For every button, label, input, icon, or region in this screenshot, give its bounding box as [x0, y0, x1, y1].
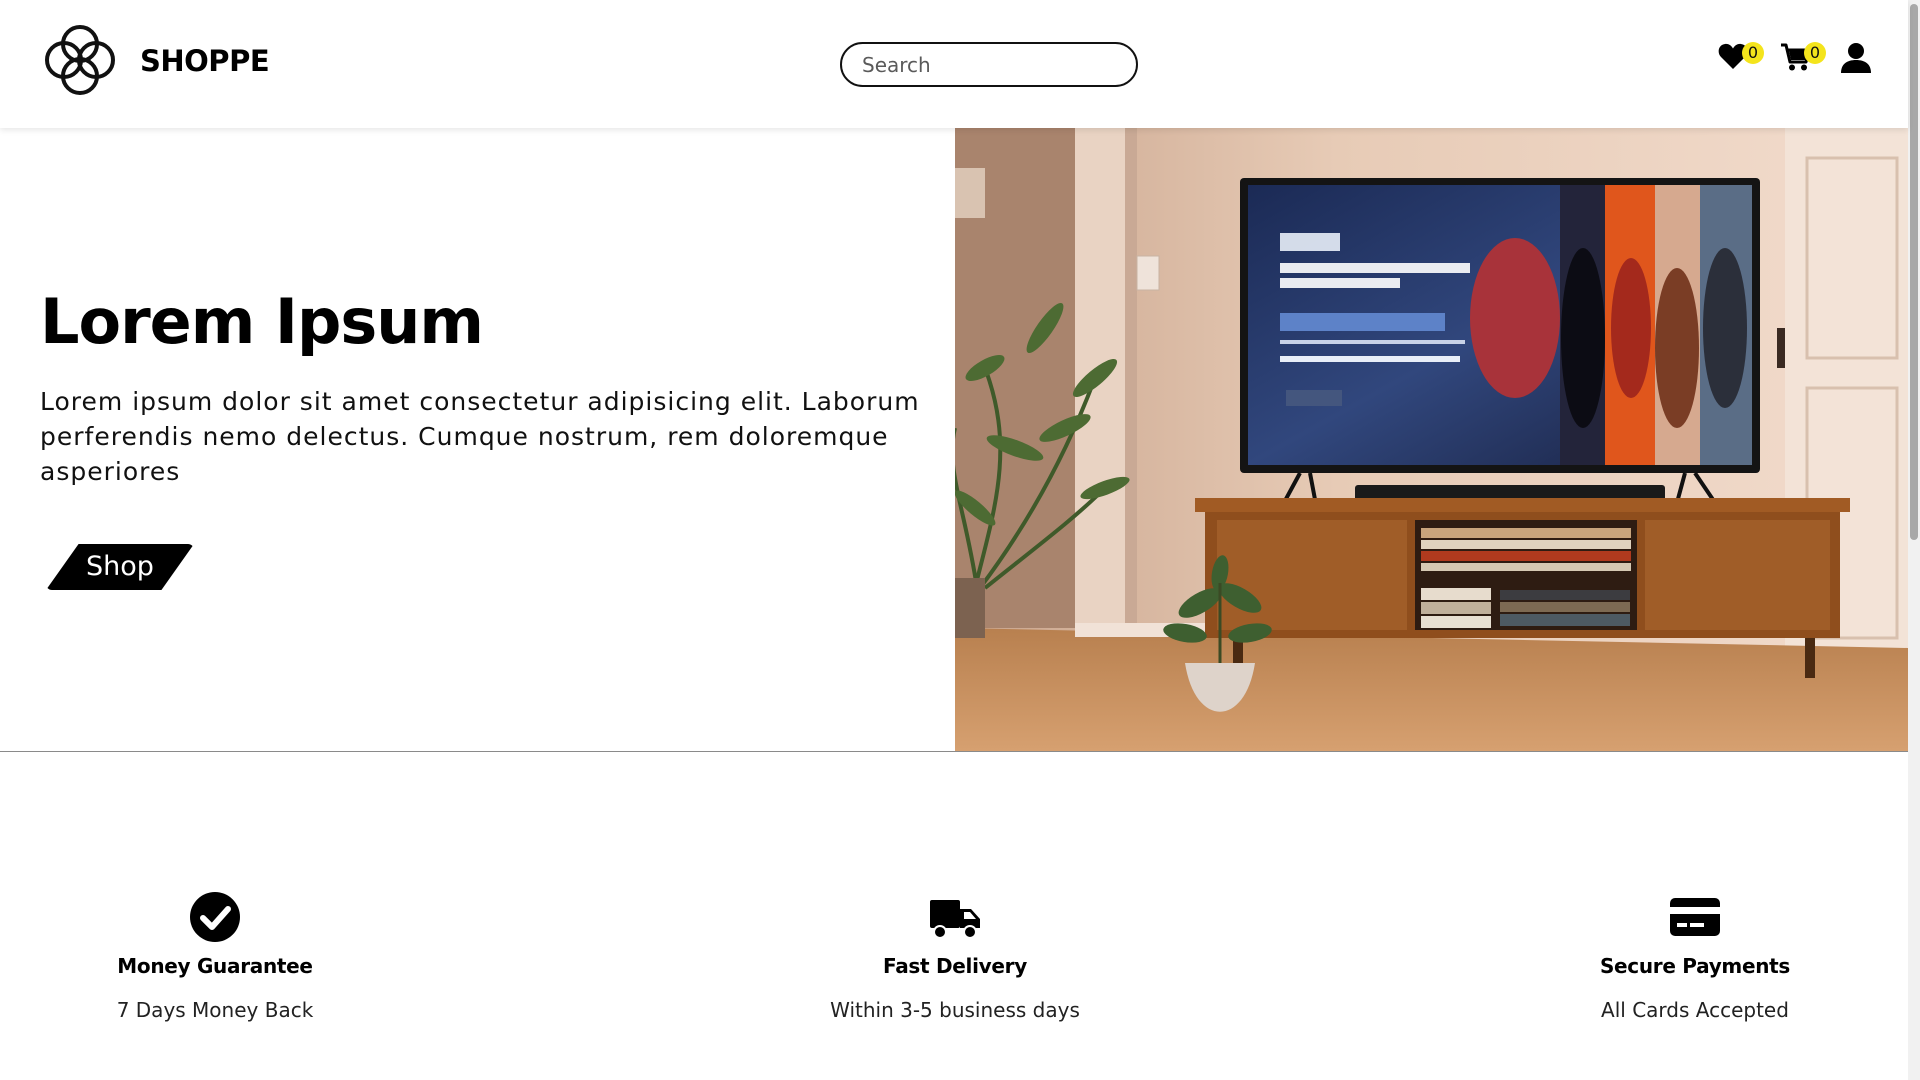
feature-title: Money Guarantee	[117, 954, 313, 978]
account-button[interactable]	[1840, 38, 1874, 78]
shop-button[interactable]: Shop	[46, 544, 194, 590]
hero-section: Lorem Ipsum Lorem ipsum dolor sit amet c…	[0, 128, 1908, 752]
credit-card-icon	[1670, 898, 1720, 936]
feature-secure-payments: Secure Payments All Cards Accepted	[1485, 890, 1905, 1022]
wishlist-button[interactable]: 0	[1718, 38, 1764, 78]
feature-title: Secure Payments	[1599, 954, 1791, 978]
site-header: SHOPPE 0 0	[0, 0, 1908, 128]
scrollbar-thumb[interactable]	[1910, 4, 1918, 540]
feature-subtitle: 7 Days Money Back	[116, 998, 314, 1022]
check-circle-icon	[190, 892, 240, 942]
hero-title: Lorem Ipsum	[40, 285, 484, 358]
brand-name[interactable]: SHOPPE	[140, 44, 270, 78]
cart-button[interactable]: 0	[1780, 38, 1826, 78]
feature-fast-delivery: Fast Delivery Within 3-5 business days	[745, 890, 1165, 1022]
wishlist-count-badge: 0	[1742, 42, 1764, 64]
feature-money-guarantee: Money Guarantee 7 Days Money Back	[5, 890, 425, 1022]
page-scrollbar[interactable]	[1908, 0, 1920, 1080]
cart-count-badge: 0	[1804, 42, 1826, 64]
search-input[interactable]	[840, 42, 1138, 87]
user-icon	[1841, 43, 1871, 73]
hero-image	[955, 128, 1908, 751]
tv-room-illustration	[955, 128, 1908, 751]
feature-subtitle: All Cards Accepted	[1601, 998, 1789, 1022]
hero-description: Lorem ipsum dolor sit amet consectetur a…	[40, 387, 920, 486]
truck-icon	[930, 900, 980, 939]
feature-subtitle: Within 3-5 business days	[830, 998, 1080, 1022]
feature-title: Fast Delivery	[883, 954, 1027, 978]
logo-icon[interactable]	[40, 20, 120, 100]
shop-button-label: Shop	[86, 551, 154, 582]
